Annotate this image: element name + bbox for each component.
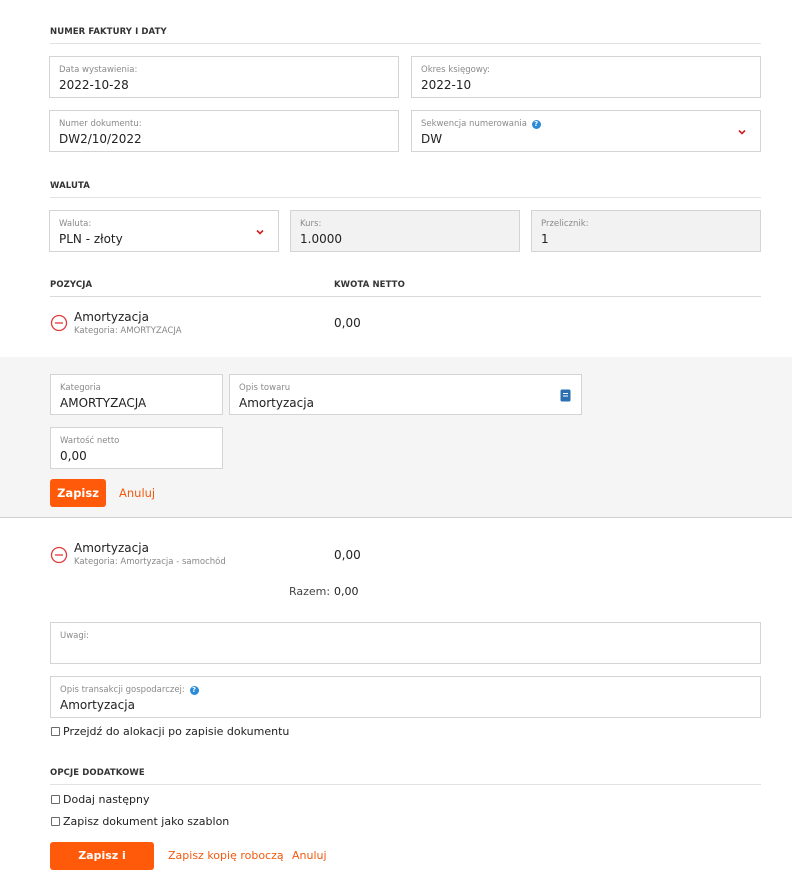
help-icon[interactable]: ?	[531, 120, 541, 129]
accounting-period-label: Okres księgowy:	[421, 65, 491, 75]
currency-value: PLN - złoty	[59, 232, 123, 246]
document-number-value: DW2/10/2022	[59, 132, 142, 146]
total-value: 0,00	[334, 585, 359, 598]
cancel-link[interactable]: Anuluj	[292, 849, 327, 862]
item-description-label: Opis towaru	[239, 383, 291, 393]
section-divider	[50, 197, 761, 198]
rate-label: Kurs:	[300, 219, 322, 229]
position-name: Amortyzacja	[74, 541, 149, 555]
item-description-field[interactable]: Opis towaru Amortyzacja	[229, 374, 582, 415]
numbering-sequence-value: DW	[421, 132, 443, 146]
issue-date-field[interactable]: Data wystawienia: 2022-10-28	[49, 56, 399, 98]
transaction-description-value: Amortyzacja	[60, 698, 135, 712]
add-next-checkbox[interactable]	[51, 795, 60, 804]
accounting-period-value: 2022-10	[421, 78, 472, 92]
issue-date-label: Data wystawienia:	[59, 65, 138, 75]
transaction-description-field[interactable]: Opis transakcji gospodarczej: ? Amortyza…	[50, 676, 761, 718]
category-label: Kategoria	[60, 383, 101, 393]
currency-label: Waluta:	[59, 219, 92, 229]
book-icon[interactable]	[560, 389, 571, 402]
numbering-sequence-select[interactable]: Sekwencja numerowania ? DW	[411, 110, 761, 152]
notes-label: Uwagi:	[60, 631, 90, 641]
notes-field[interactable]: Uwagi:	[50, 622, 761, 664]
position-amount: 0,00	[334, 548, 361, 562]
position-category: Kategoria: Amortyzacja - samochód	[74, 557, 226, 567]
accounting-period-field[interactable]: Okres księgowy: 2022-10	[411, 56, 761, 98]
save-draft-link[interactable]: Zapisz kopię roboczą	[168, 849, 284, 862]
rate-field: Kurs: 1.0000	[290, 210, 520, 252]
list-item[interactable]: Amortyzacja Kategoria: AMORTYZACJA	[74, 310, 182, 336]
chevron-down-icon[interactable]	[254, 226, 266, 238]
rate-value: 1.0000	[300, 232, 342, 246]
section-divider	[50, 784, 761, 785]
transaction-description-label: Opis transakcji gospodarczej:	[60, 685, 185, 695]
save-as-template-checkbox[interactable]	[51, 817, 60, 826]
section-title-currency: WALUTA	[50, 181, 90, 191]
section-divider	[50, 296, 761, 297]
converter-label: Przelicznik:	[541, 219, 589, 229]
issue-date-value: 2022-10-28	[59, 78, 129, 92]
save-as-template-label[interactable]: Zapisz dokument jako szablon	[63, 815, 229, 828]
position-category: Kategoria: AMORTYZACJA	[74, 326, 182, 336]
category-field[interactable]: Kategoria AMORTYZACJA	[50, 374, 223, 415]
position-name: Amortyzacja	[74, 310, 149, 324]
goto-allocation-label[interactable]: Przejdź do alokacji po zapisie dokumentu	[63, 725, 289, 738]
list-item[interactable]: Amortyzacja Kategoria: Amortyzacja - sam…	[74, 541, 226, 567]
item-description-value: Amortyzacja	[239, 396, 314, 410]
save-button[interactable]: Zapisz	[50, 479, 106, 507]
goto-allocation-checkbox[interactable]	[51, 727, 60, 736]
category-value: AMORTYZACJA	[60, 396, 147, 410]
help-icon[interactable]: ?	[189, 686, 199, 695]
column-header-net-amount: KWOTA NETTO	[334, 280, 405, 290]
converter-field: Przelicznik: 1	[531, 210, 761, 252]
total-label: Razem:	[289, 585, 331, 598]
document-number-field[interactable]: Numer dokumentu: DW2/10/2022	[49, 110, 399, 152]
remove-icon[interactable]	[50, 314, 68, 332]
add-next-label[interactable]: Dodaj następny	[63, 793, 149, 806]
section-divider	[50, 43, 761, 44]
cancel-link[interactable]: Anuluj	[119, 486, 155, 500]
remove-icon[interactable]	[50, 546, 68, 564]
currency-select[interactable]: Waluta: PLN - złoty	[49, 210, 279, 252]
chevron-down-icon[interactable]	[736, 126, 748, 138]
save-and-post-button[interactable]: Zapisz i zaksięguj	[50, 842, 154, 889]
column-header-position: POZYCJA	[50, 280, 93, 290]
document-number-label: Numer dokumentu:	[59, 119, 142, 129]
section-title-options: OPCJE DODATKOWE	[50, 768, 145, 778]
net-value-label: Wartość netto	[60, 436, 120, 446]
net-value-value: 0,00	[60, 449, 87, 463]
numbering-sequence-label: Sekwencja numerowania	[421, 119, 527, 129]
converter-value: 1	[541, 232, 549, 246]
position-amount: 0,00	[334, 316, 361, 330]
net-value-field[interactable]: Wartość netto 0,00	[50, 427, 223, 469]
section-title-invoice: NUMER FAKTURY I DATY	[50, 27, 167, 37]
